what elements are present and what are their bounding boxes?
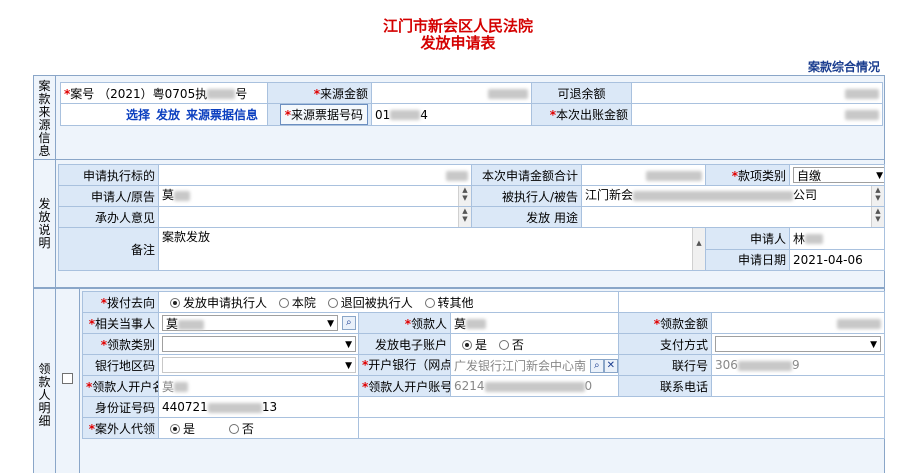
close-icon[interactable]: ✕	[603, 359, 618, 373]
requester-label: 申请人	[705, 227, 790, 250]
category-label: *领款类别	[82, 333, 159, 355]
bank-no-label: 联行号	[618, 354, 713, 376]
radio-e-account-yes[interactable]	[462, 340, 472, 350]
e-account-radios: 是 否	[449, 333, 620, 355]
amount-label: *领款金额	[618, 312, 713, 334]
page-title-line2: 发放申请表	[420, 34, 496, 52]
radio-e-account-no[interactable]	[498, 340, 509, 350]
category-select[interactable]: ▼	[158, 333, 359, 355]
pay-method-select[interactable]: ▼	[711, 333, 886, 355]
refundable-label: 可退余额	[531, 82, 632, 104]
scrollbar[interactable]: ▲▼	[458, 207, 471, 227]
account-no-label: *领款人开户账号	[358, 375, 451, 397]
payee-label: *领款人	[358, 312, 451, 334]
payout-amount-label: *本次出账金额	[531, 103, 632, 126]
payee-row-check	[57, 289, 80, 473]
radio-direction-1[interactable]	[278, 298, 289, 308]
release-table: 申请执行标的 本次申请金额合计 *款项类别 自缴 ▼ 申请人/原告 莫 ▲ ▼ 被执行…	[58, 164, 885, 271]
chevron-down-icon: ▼	[345, 361, 352, 371]
respondent-textarea[interactable]: 江门新会 公司 ▲ ▼	[581, 185, 885, 207]
respondent-label: 被执行人/被告	[471, 185, 582, 207]
account-name-label: *领款人开户名	[82, 375, 159, 397]
party-select[interactable]: 莫 ▼ ⌕	[158, 312, 359, 334]
phone-label: 联系电话	[618, 375, 713, 397]
target-label: 申请执行标的	[58, 164, 159, 186]
radio-direction-3[interactable]	[424, 298, 435, 308]
type-select[interactable]: 自缴 ▼	[789, 164, 885, 186]
chevron-down-icon: ▼	[345, 340, 352, 350]
chevron-down-icon: ▼	[327, 319, 334, 329]
radio-proxy-yes[interactable]	[170, 424, 180, 434]
search-icon[interactable]: ⌕	[589, 359, 604, 373]
pay-method-label: 支付方式	[618, 333, 713, 355]
account-no-value[interactable]: 6214 0	[449, 375, 620, 397]
date-value: 2021-04-06	[789, 248, 885, 271]
case-summary-link[interactable]: 案款综合情况	[808, 58, 880, 75]
source-actions: 选择 发放 来源票据信息	[60, 103, 268, 126]
id-label: 身份证号码	[82, 396, 159, 418]
chevron-down-icon: ▼	[870, 340, 878, 350]
radio-proxy-no[interactable]	[228, 424, 239, 434]
total-label: 本次申请金额合计	[471, 164, 582, 186]
party-label: *相关当事人	[82, 312, 159, 334]
type-label: *款项类别	[705, 164, 790, 186]
payee-section: 领款人明细 *拨付去向 发放申请执行人 本院 退回被执行人 转其他 *相关当事人…	[33, 288, 886, 473]
bank-region-select[interactable]: ▼	[158, 354, 359, 376]
proxy-label: *案外人代领	[82, 417, 159, 439]
date-label: 申请日期	[705, 248, 790, 271]
source-amount-value	[371, 82, 532, 104]
proxy-radios: 是 否	[158, 417, 359, 439]
remark-label: 备注	[58, 227, 159, 271]
payee-table: *拨付去向 发放申请执行人 本院 退回被执行人 转其他 *相关当事人 莫 ▼ ⌕ …	[82, 291, 886, 439]
payee-value[interactable]: 莫	[449, 312, 620, 334]
source-amount-label: *来源金额	[267, 82, 372, 104]
id-value[interactable]: 440721 13	[158, 396, 359, 418]
bank-value[interactable]: 广发银行江门新会中心南 ⌕ ✕	[449, 354, 620, 376]
select-link[interactable]: 选择	[126, 108, 150, 122]
opinion-textarea[interactable]: ▲ ▼	[158, 206, 472, 228]
payout-amount-value[interactable]	[631, 103, 883, 126]
bank-no-value[interactable]: 306 9	[711, 354, 886, 376]
applicant-textarea[interactable]: 莫 ▲ ▼	[158, 185, 472, 207]
release-section: 发放说明 申请执行标的 本次申请金额合计 *款项类别 自缴 ▼ 申请人/原告 莫 ▲…	[33, 160, 885, 288]
bank-label: *开户银行（网点）	[358, 354, 451, 376]
total-value	[581, 164, 706, 186]
purpose-label: 发放 用途	[471, 206, 582, 228]
purpose-textarea[interactable]: ▲ ▼	[581, 206, 885, 228]
source-section-label: 案款来源信息	[34, 76, 56, 159]
receipt-info-link[interactable]: 来源票据信息	[186, 108, 258, 122]
scrollbar[interactable]: ▲▼	[458, 186, 471, 206]
account-name-value[interactable]: 莫	[158, 375, 359, 397]
opinion-label: 承办人意见	[58, 206, 159, 228]
applicant-label: 申请人/原告	[58, 185, 159, 207]
target-value	[158, 164, 472, 186]
release-link[interactable]: 发放	[156, 108, 180, 122]
case-no-cell: *案号 （2021）粤0705执号	[60, 82, 268, 104]
page-title-line1: 江门市新会区人民法院	[382, 17, 533, 35]
direction-label: *拨付去向	[82, 291, 159, 313]
receipt-no-value[interactable]: 01 4	[371, 103, 532, 126]
source-section: 案款来源信息 *案号 （2021）粤0705执号 *来源金额 可退余额 选择 发放…	[33, 75, 885, 160]
scrollbar[interactable]: ▲▼	[871, 207, 884, 227]
direction-radios: 发放申请执行人 本院 退回被执行人 转其他	[157, 291, 620, 313]
release-section-label: 发放说明	[34, 160, 56, 287]
payee-checkbox[interactable]	[62, 373, 73, 384]
payee-section-label: 领款人明细	[34, 289, 56, 473]
bank-region-label: 银行地区码	[82, 354, 159, 376]
refundable-value	[631, 82, 883, 104]
chevron-down-icon: ▼	[876, 171, 883, 181]
remark-textarea[interactable]: 案款发放▲▼	[158, 227, 706, 271]
amount-value[interactable]	[711, 312, 886, 334]
search-icon[interactable]: ⌕	[341, 316, 356, 330]
radio-direction-0[interactable]	[170, 298, 180, 308]
requester-value: 林	[789, 227, 885, 250]
source-table: *案号 （2021）粤0705执号 *来源金额 可退余额 选择 发放 来源票据信息 …	[60, 82, 883, 126]
scrollbar[interactable]: ▲▼	[692, 228, 705, 270]
e-account-label: 发放电子账户	[358, 333, 451, 355]
radio-direction-2[interactable]	[327, 298, 338, 308]
phone-value[interactable]	[711, 375, 886, 397]
receipt-no-label: *来源票据号码	[267, 103, 372, 126]
scrollbar[interactable]: ▲▼	[871, 186, 884, 206]
